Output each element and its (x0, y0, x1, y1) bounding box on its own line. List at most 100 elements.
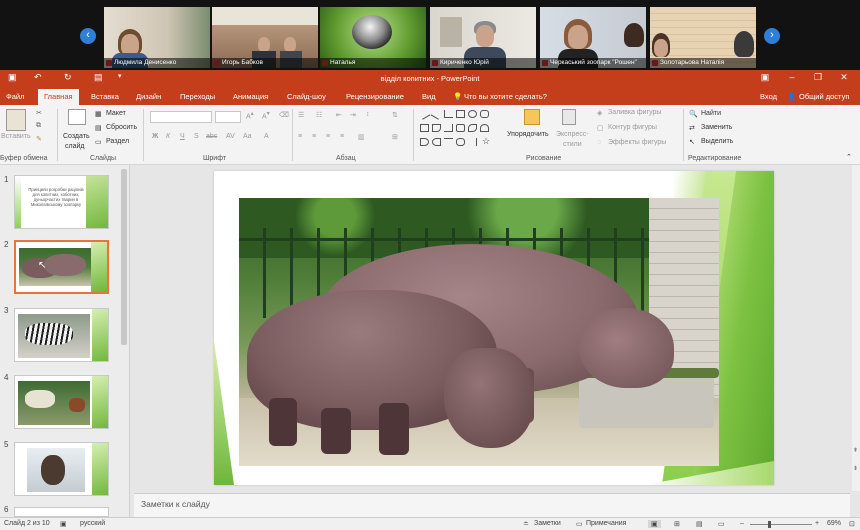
font-color-icon[interactable]: A (264, 133, 269, 140)
select-button[interactable]: Выделить (701, 138, 733, 145)
tab-transitions[interactable]: Переходы (180, 92, 215, 101)
reset-icon[interactable]: ▤ (95, 124, 102, 132)
spellcheck-icon[interactable]: ▣ (60, 520, 67, 528)
quick-styles-icon[interactable] (562, 109, 576, 125)
shape-effects-button[interactable]: Эффекты фигуры (608, 139, 666, 146)
zoom-in-icon[interactable]: + (815, 520, 819, 527)
slide-thumbnail-4[interactable] (14, 375, 109, 429)
justify-icon[interactable]: ≡ (340, 133, 344, 140)
tab-home[interactable]: Главная (38, 89, 79, 105)
increase-font-icon[interactable]: A▴ (246, 111, 254, 120)
numbering-icon[interactable]: ☷ (316, 111, 322, 119)
new-slide-label-1[interactable]: Создать (63, 133, 90, 140)
slide-sorter-icon[interactable]: ⊞ (674, 520, 680, 528)
new-slide-icon[interactable] (68, 109, 86, 125)
slide-thumbnail-6[interactable] (14, 507, 109, 517)
current-slide[interactable] (214, 171, 774, 485)
replace-button[interactable]: Заменить (701, 124, 732, 131)
find-button[interactable]: Найти (701, 110, 721, 117)
reset-button[interactable]: Сбросить (106, 124, 137, 131)
cut-icon[interactable]: ✂ (36, 109, 42, 117)
char-spacing-icon[interactable]: AV (226, 133, 235, 140)
clear-format-icon[interactable]: ⌫ (279, 111, 289, 119)
increase-indent-icon[interactable]: ⇥ (350, 111, 356, 119)
font-name-field[interactable] (150, 111, 212, 123)
shape-outline-button[interactable]: Контур фигуры (608, 124, 657, 131)
participant-tile[interactable]: Золотарьова Наталія (650, 7, 756, 68)
minimize-icon[interactable]: – (780, 72, 804, 82)
participant-tile[interactable]: Черкаський зоопарк "Рошен" (540, 7, 646, 68)
notes-toggle[interactable]: Заметки (534, 520, 561, 527)
format-painter-icon[interactable]: ✎ (36, 135, 42, 143)
paste-icon[interactable] (6, 109, 26, 131)
new-slide-label-2[interactable]: слайд (65, 143, 84, 150)
paste-button-label[interactable]: Вставить (1, 133, 31, 140)
slideshow-view-icon[interactable]: ▭ (718, 520, 725, 528)
shape-effects-icon[interactable]: ◌ (597, 139, 601, 146)
tab-design[interactable]: Дизайн (136, 92, 161, 101)
fit-to-window-icon[interactable]: ⊡ (849, 520, 855, 528)
hippo-photo[interactable] (239, 198, 719, 466)
slide-vertical-scrollbar[interactable]: ⇞ ⇟ (852, 165, 860, 491)
replace-icon[interactable]: ⇄ (689, 124, 695, 132)
language-indicator[interactable]: русский (80, 520, 105, 527)
tab-file[interactable]: Файл (6, 92, 24, 101)
ribbon-display-options-icon[interactable]: ▣ (753, 72, 777, 83)
smartart-icon[interactable]: ⊞ (392, 133, 398, 141)
copy-icon[interactable]: ⧉ (36, 122, 41, 130)
normal-view-icon[interactable]: ▣ (648, 520, 661, 528)
participant-tile[interactable]: Кириченко Юрій (430, 7, 536, 68)
thumbnails-scrollbar[interactable] (121, 169, 127, 345)
text-direction-icon[interactable]: ⇅ (392, 111, 398, 119)
share-button[interactable]: Общий доступ (799, 92, 849, 101)
section-button[interactable]: Раздел (106, 138, 129, 145)
tell-me-input[interactable]: Что вы хотите сделать? (464, 92, 547, 101)
arrange-button[interactable]: Упорядочить (507, 131, 549, 138)
tab-insert[interactable]: Вставка (91, 92, 119, 101)
font-size-field[interactable] (215, 111, 241, 123)
collapse-ribbon-icon[interactable]: ⌃ (846, 153, 852, 161)
tab-view[interactable]: Вид (422, 92, 436, 101)
strikethrough-button[interactable]: abc (206, 133, 217, 140)
underline-button[interactable]: Ч (180, 133, 185, 140)
notes-pane[interactable]: Заметки к слайду (134, 493, 850, 517)
align-center-icon[interactable]: ≡ (312, 133, 316, 140)
sign-in-link[interactable]: Вход (760, 92, 777, 101)
comments-toggle[interactable]: Примечания (586, 520, 626, 527)
select-icon[interactable]: ↖ (689, 138, 695, 146)
find-icon[interactable]: 🔍 (689, 110, 698, 118)
tab-review[interactable]: Рецензирование (346, 92, 404, 101)
prev-slide-icon[interactable]: ⇞ (853, 447, 858, 454)
align-right-icon[interactable]: ≡ (326, 133, 330, 140)
tab-slideshow[interactable]: Слайд-шоу (287, 92, 326, 101)
shadow-button[interactable]: S (194, 133, 199, 140)
tab-animations[interactable]: Анимация (233, 92, 268, 101)
align-left-icon[interactable]: ≡ (298, 133, 302, 140)
decrease-indent-icon[interactable]: ⇤ (336, 111, 342, 119)
bold-button[interactable]: Ж (152, 133, 158, 140)
line-spacing-icon[interactable]: ↕ (366, 111, 370, 118)
close-icon[interactable]: ✕ (832, 72, 856, 83)
decrease-font-icon[interactable]: A▾ (262, 111, 270, 120)
layout-button[interactable]: Макет (106, 110, 126, 117)
next-participants-button[interactable]: › (764, 28, 780, 44)
change-case-icon[interactable]: Aa (243, 133, 252, 140)
italic-button[interactable]: К (166, 133, 170, 140)
shape-outline-icon[interactable]: ▢ (597, 124, 604, 132)
bullets-icon[interactable]: ☰ (298, 111, 304, 119)
reading-view-icon[interactable]: ▤ (696, 520, 703, 528)
layout-icon[interactable]: ▦ (95, 110, 102, 118)
quick-styles-label-2[interactable]: стили (563, 141, 582, 148)
zoom-level[interactable]: 69% (827, 520, 841, 527)
shape-fill-icon[interactable]: ◈ (597, 109, 602, 117)
shape-fill-button[interactable]: Заливка фигуры (608, 109, 661, 116)
participant-tile[interactable]: Наталья (320, 7, 426, 68)
participant-tile[interactable]: Игорь Бабков (212, 7, 318, 68)
next-slide-icon[interactable]: ⇟ (853, 465, 858, 472)
slide-thumbnail-1[interactable]: Принципи розробки рацiонiв для копитних,… (14, 175, 109, 229)
prev-participants-button[interactable]: ‹ (80, 28, 96, 44)
slide-thumbnail-3[interactable] (14, 308, 109, 362)
slide-thumbnail-2[interactable]: ↖ (14, 240, 109, 294)
participant-tile[interactable]: Людмила Денисенко (104, 7, 210, 68)
maximize-icon[interactable]: ❐ (806, 72, 830, 83)
